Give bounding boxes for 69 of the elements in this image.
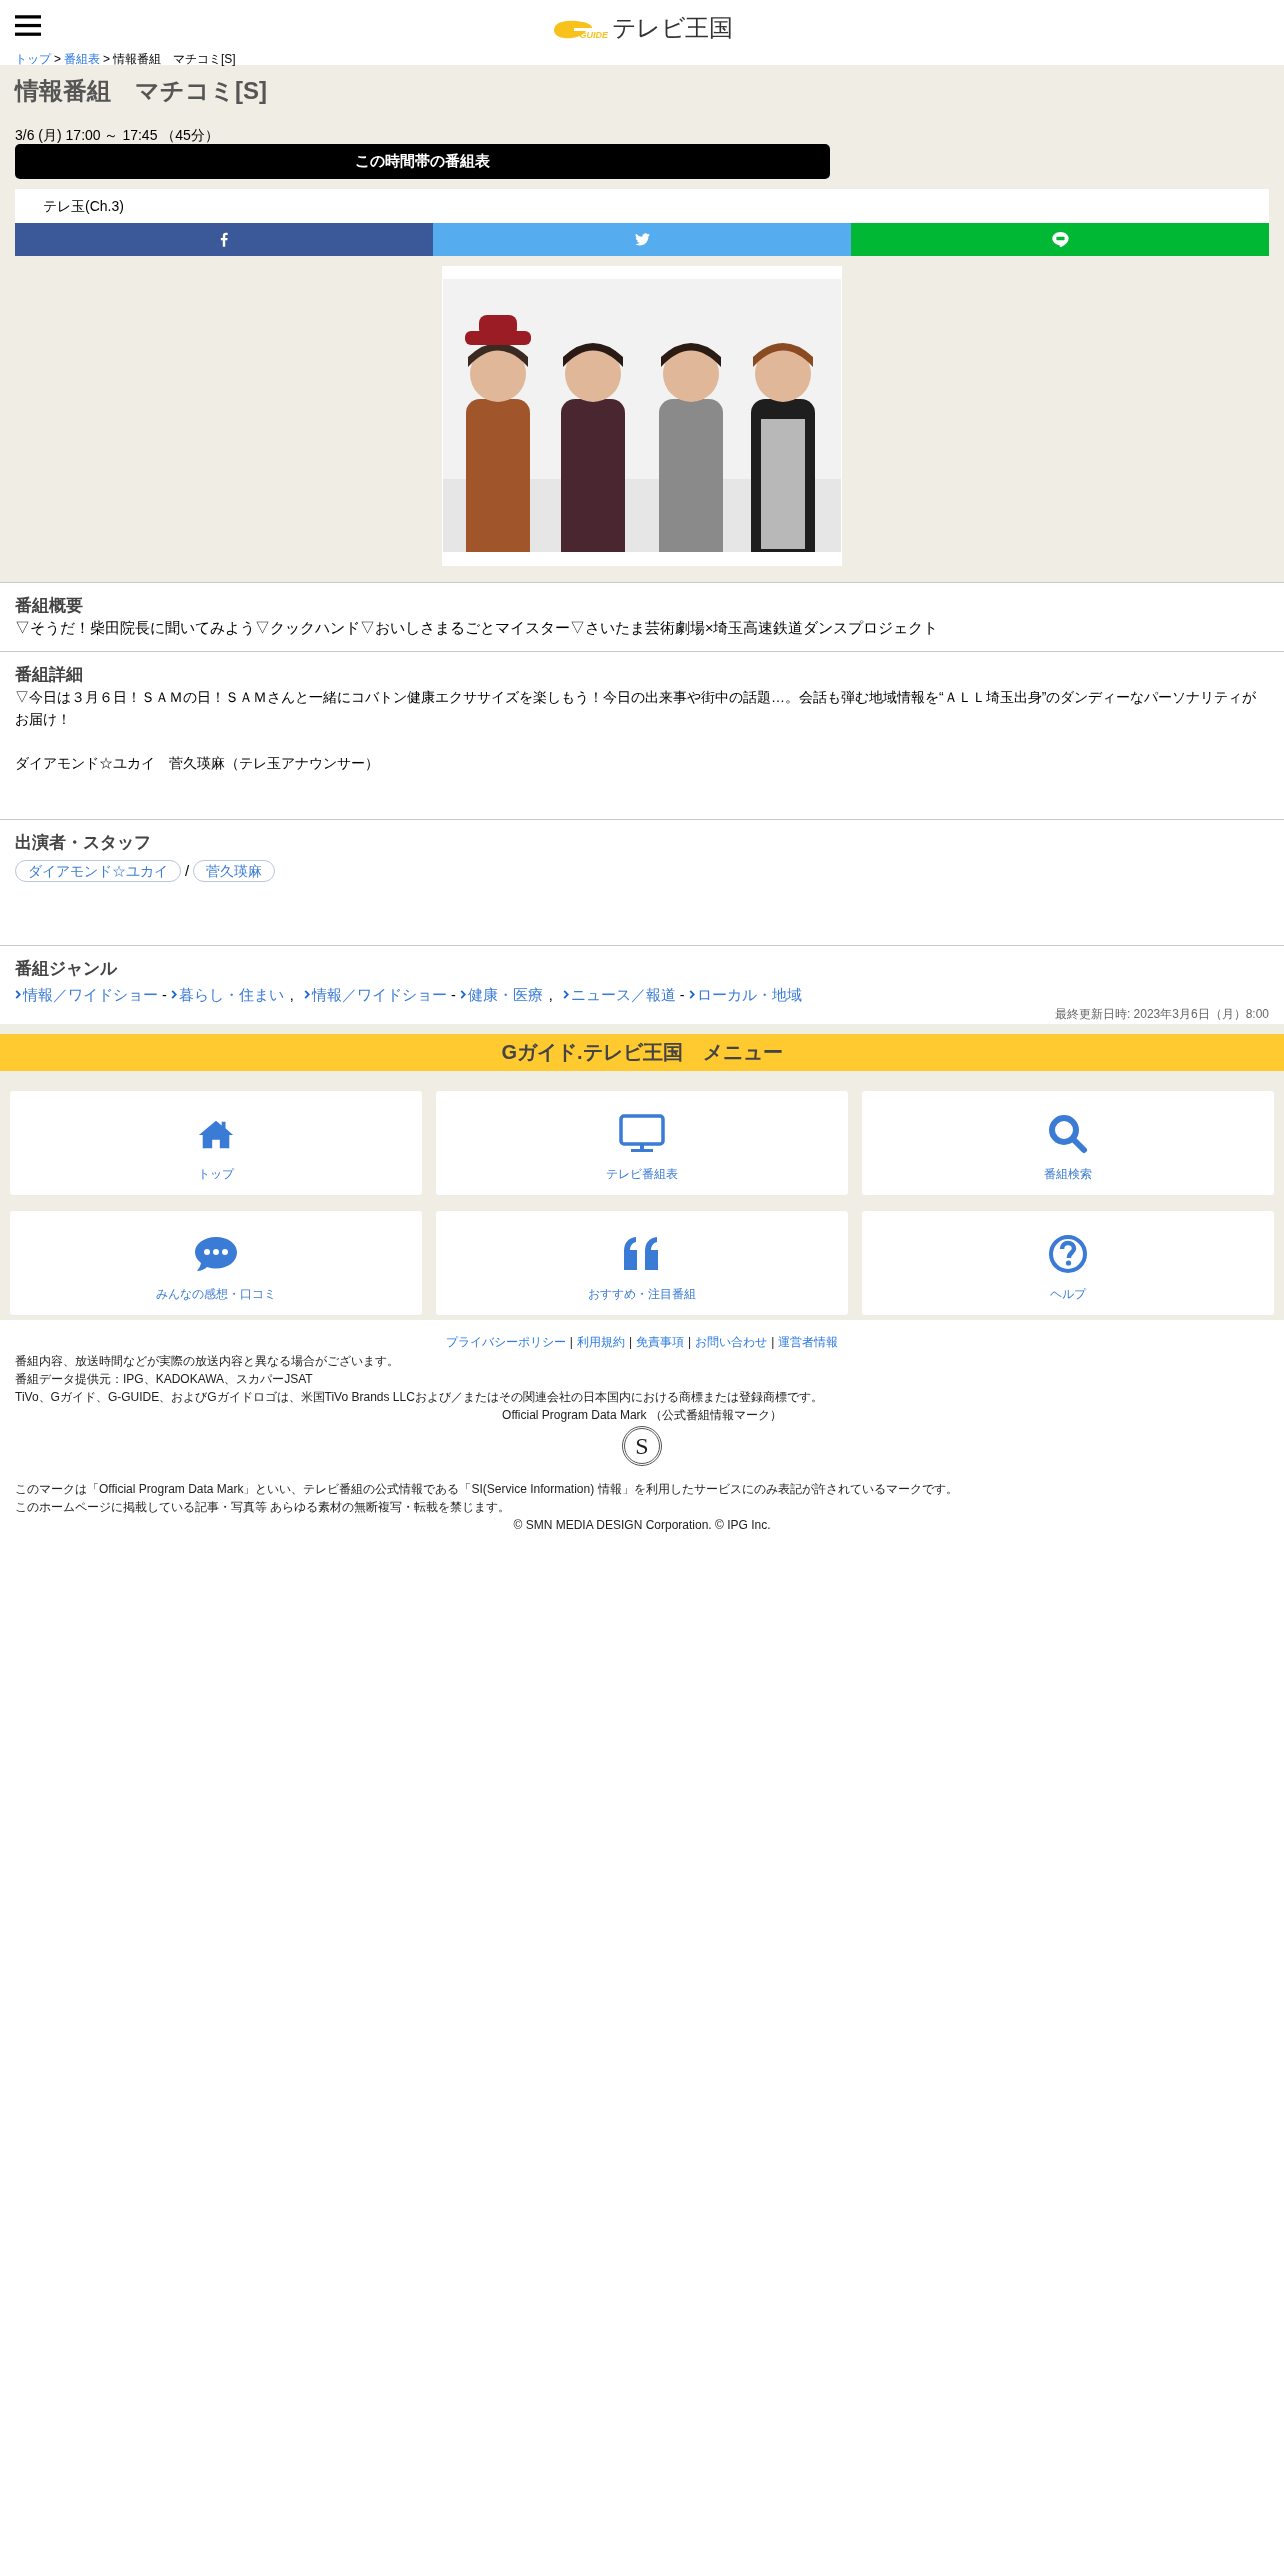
facebook-icon bbox=[220, 232, 228, 247]
cast-separator: / bbox=[185, 861, 190, 881]
chevron-icon bbox=[170, 990, 177, 999]
breadcrumb-current: 情報番組 マチコミ[S] bbox=[113, 52, 236, 65]
genre-link[interactable]: ローカル・地域 bbox=[696, 983, 802, 1006]
line-share-button[interactable] bbox=[851, 223, 1269, 256]
last-updated: 最終更新日時: 2023年3月6日（月）8:00 bbox=[1054, 1005, 1269, 1022]
program-title: 情報番組 マチコミ[S] bbox=[15, 76, 268, 106]
section-heading: 番組詳細 bbox=[15, 664, 84, 686]
menu-card[interactable]: みんなの感想・口コミ bbox=[10, 1210, 422, 1315]
search-icon bbox=[1048, 1113, 1088, 1154]
footer-link[interactable]: 利用規約 bbox=[576, 1333, 625, 1350]
chevron-icon bbox=[562, 990, 569, 999]
question-mark-icon bbox=[1048, 1233, 1088, 1274]
menu-card[interactable]: テレビ番組表 bbox=[436, 1090, 848, 1195]
genre-separator: - bbox=[679, 985, 685, 1005]
genre-link[interactable]: 健康・医療 bbox=[467, 983, 543, 1006]
footer-note: TiVo、Gガイド、G-GUIDE、およびGガイドロゴは、米国TiVo Brands LLCおよび／またはその関連会社の日本国内における商標または登録商標です。 bbox=[15, 1388, 824, 1406]
footer-link[interactable]: 免責事項 bbox=[636, 1333, 684, 1350]
menu-card[interactable]: 番組検索 bbox=[862, 1090, 1274, 1195]
breadcrumb-link[interactable]: 番組表 bbox=[64, 52, 100, 65]
bird-icon bbox=[634, 233, 650, 246]
facebook-share-button[interactable] bbox=[15, 223, 433, 256]
channel-label: テレ玉(Ch.3) bbox=[15, 189, 1269, 223]
breadcrumb-separator: > bbox=[54, 52, 61, 65]
footer-separator: | bbox=[771, 1333, 775, 1350]
detail-text: ▽今日は３月６日！ＳＡＭの日！ＳＡＭさんと一緒にコバトン健康エクササイズを楽しもう！今日の出来事や街中の話題…。会話も弾む地域情報を“ＡＬＬ埼玉出身”のダンディーなパーソナリティがお届け！ bbox=[15, 688, 1258, 729]
footer-link[interactable]: 運営者情報 bbox=[778, 1333, 839, 1350]
chevron-icon bbox=[15, 990, 21, 999]
chat-bubble-icon bbox=[1051, 232, 1069, 247]
menu-icon[interactable] bbox=[15, 14, 41, 36]
copyright: © SMN MEDIA DESIGN Corporation. © IPG Inc. bbox=[512, 1516, 772, 1534]
genre-link[interactable]: 暮らし・住まい bbox=[178, 983, 284, 1006]
mark-caption: Official Program Data Mark （公式番組情報マーク） bbox=[501, 1406, 783, 1424]
section-heading: 番組ジャンル bbox=[15, 957, 119, 980]
twitter-share-button[interactable] bbox=[433, 223, 851, 256]
chevron-icon bbox=[459, 990, 466, 999]
genre-separator: - bbox=[450, 985, 456, 1005]
footer-note: このホームページに掲載している記事・写真等 あらゆる素材の無断複写・転載を禁じます。 bbox=[15, 1498, 512, 1516]
genre-separator: - bbox=[162, 985, 167, 1005]
footer-separator: | bbox=[688, 1333, 692, 1350]
genre-link[interactable]: 情報／ワイドショー bbox=[311, 983, 447, 1006]
genre-link[interactable]: 情報／ワイドショー bbox=[23, 983, 158, 1006]
monitor-icon bbox=[619, 1113, 665, 1154]
breadcrumb-separator: > bbox=[103, 52, 111, 65]
genre-separator: , bbox=[289, 985, 294, 1005]
breadcrumb-link[interactable]: トップ bbox=[15, 52, 51, 65]
schedule-button[interactable]: この時間帯の番組表 bbox=[15, 144, 830, 179]
footer-separator: | bbox=[628, 1333, 632, 1350]
section-heading: 番組概要 bbox=[15, 595, 84, 617]
genre-link[interactable]: ニュース／報道 bbox=[570, 983, 676, 1006]
menu-title: Gガイド.テレビ王国 メニュー bbox=[0, 1033, 1284, 1071]
overview-text: ▽そうだ！柴田院長に聞いてみよう▽クックハンド▽おいしさまるごとマイスター▽さいたま芸術劇場×埼玉高速鉄道ダンスプロジェクト bbox=[15, 619, 940, 638]
airtime: 3/6 (月) 17:00 ～ 17:45 （45分） bbox=[15, 127, 220, 143]
genre-separator: , bbox=[548, 985, 553, 1005]
menu-card[interactable]: トップ bbox=[10, 1090, 422, 1195]
chevron-icon bbox=[303, 990, 310, 999]
footer-note: 番組データ提供元：IPG、KADOKAWA、スカパーJSAT bbox=[15, 1370, 314, 1388]
footer-link[interactable]: プライバシーポリシー bbox=[445, 1333, 566, 1350]
detail-text: ダイアモンド☆ユカイ 菅久瑛麻（テレ玉アナウンサー） bbox=[15, 754, 380, 773]
menu-card[interactable]: ヘルプ bbox=[862, 1210, 1274, 1315]
section-heading: 出演者・スタッフ bbox=[15, 832, 152, 854]
menu-card[interactable]: おすすめ・注目番組 bbox=[436, 1210, 848, 1315]
speech-bubble-icon bbox=[194, 1234, 238, 1273]
footer-note: 番組内容、放送時間などが実際の放送内容と異なる場合がございます。 bbox=[15, 1352, 400, 1370]
chevron-icon bbox=[688, 990, 695, 999]
footer-note: このマークは「Official Program Data Mark」といい、テレビ番組の公式情報である「SI(Service Information) 情報」を利用したサービスにのみ表記が許されているマークです。 bbox=[15, 1480, 959, 1498]
footer-separator: | bbox=[569, 1333, 573, 1350]
footer-link[interactable]: お問い合わせ bbox=[695, 1333, 768, 1350]
